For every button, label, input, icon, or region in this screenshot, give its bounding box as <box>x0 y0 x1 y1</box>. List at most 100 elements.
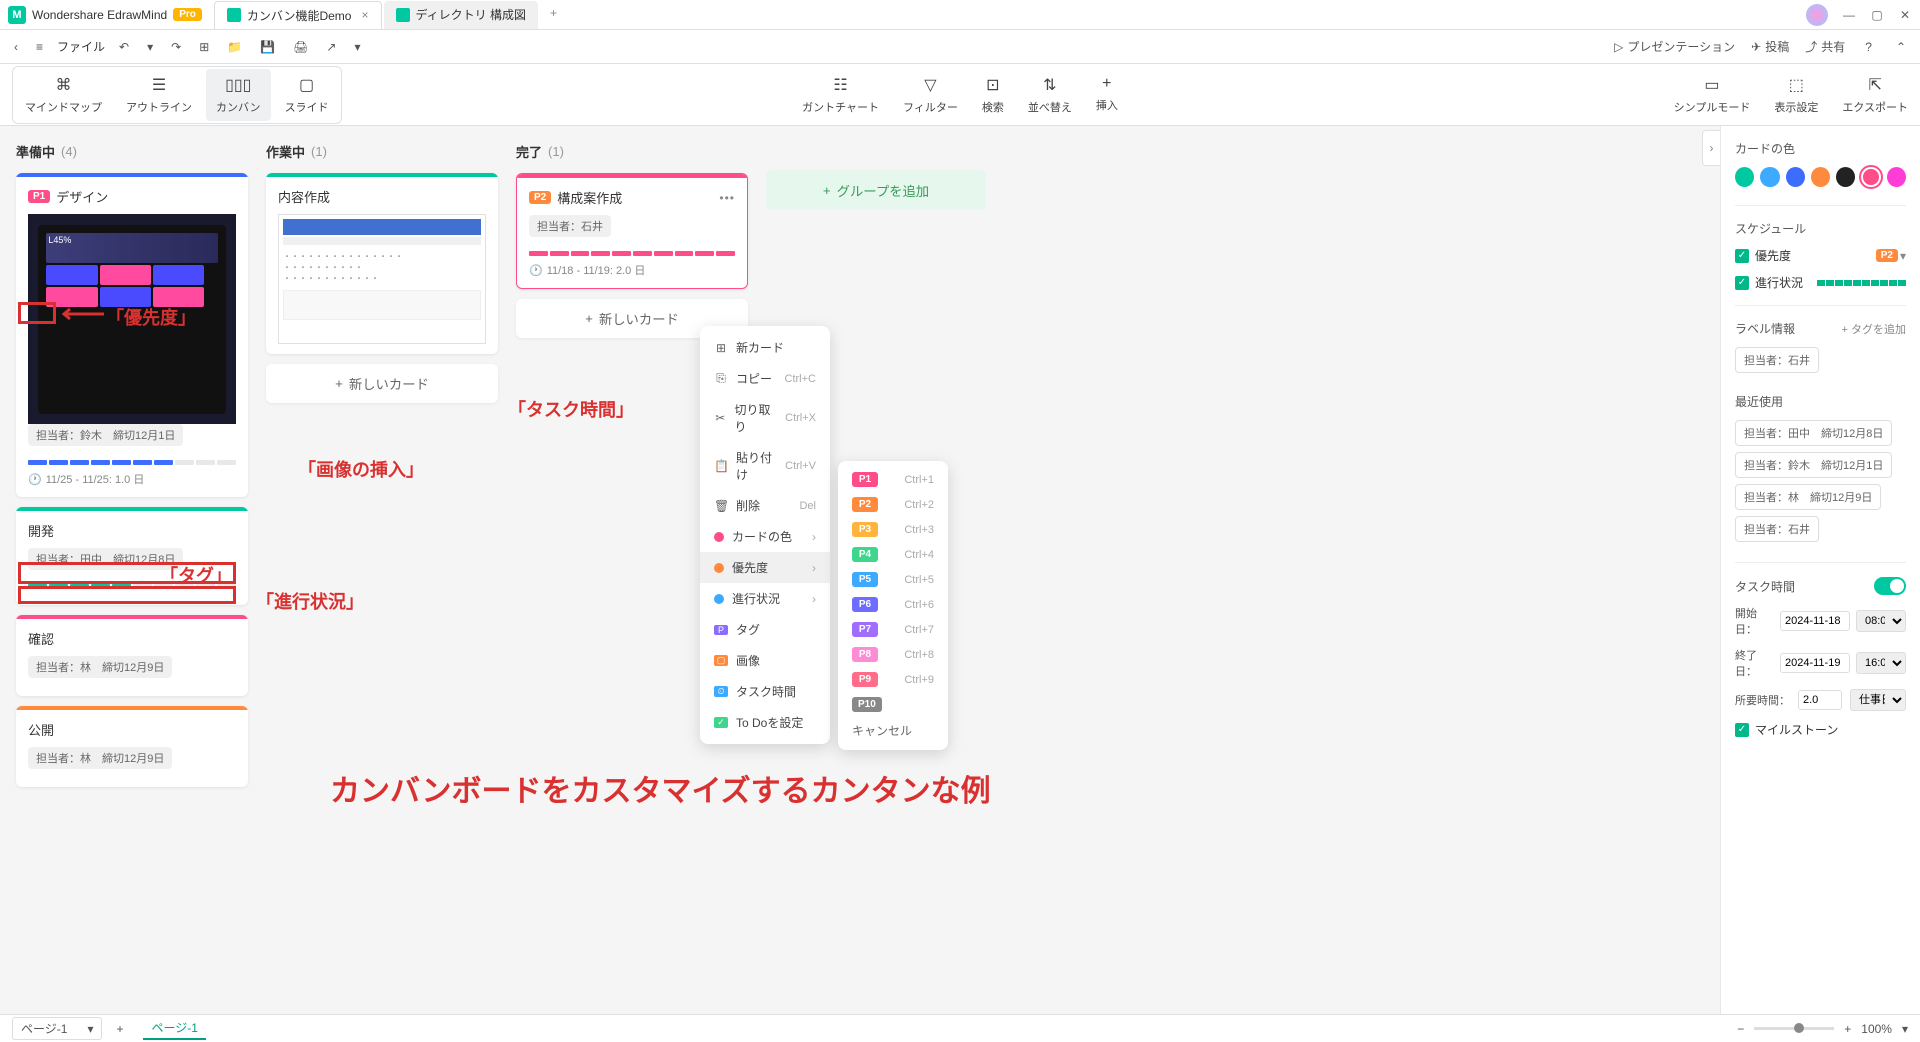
checkbox-icon[interactable]: ✓ <box>1735 249 1749 263</box>
milestone-row[interactable]: ✓ マイルストーン <box>1735 721 1906 738</box>
schedule-priority-row[interactable]: ✓ 優先度 P2▾ <box>1735 247 1906 264</box>
column-header[interactable]: 準備中 (4) <box>16 142 248 161</box>
new-card-button[interactable]: + 新しいカード <box>266 364 498 403</box>
priority-cancel[interactable]: キャンセル <box>838 717 948 744</box>
card-design[interactable]: P1 デザイン L45% 担当 <box>16 173 248 497</box>
back-icon[interactable]: ‹ <box>10 36 22 58</box>
chevron-down-icon[interactable]: ▾ <box>1900 249 1906 263</box>
simple-mode-button[interactable]: ▭シンプルモード <box>1674 75 1751 115</box>
file-menu[interactable]: ファイル <box>57 38 105 55</box>
close-icon[interactable]: ✕ <box>1898 8 1912 22</box>
add-group-button[interactable]: + グループを追加 <box>766 170 986 210</box>
color-swatch[interactable] <box>1760 167 1779 187</box>
tab-directory[interactable]: ディレクトリ 構成図 <box>384 1 539 29</box>
menu-card-color[interactable]: カードの色› <box>700 521 830 552</box>
menu-paste[interactable]: 📋貼り付けCtrl+V <box>700 442 830 490</box>
undo-dropdown-icon[interactable]: ▾ <box>143 36 157 58</box>
recent-tag-chip[interactable]: 担当者：石井 <box>1735 516 1819 542</box>
minimize-icon[interactable]: — <box>1842 8 1856 22</box>
zoom-slider[interactable] <box>1754 1027 1834 1030</box>
user-avatar[interactable] <box>1806 4 1828 26</box>
menu-todo[interactable]: ✓To Doを設定 <box>700 707 830 738</box>
color-swatch[interactable] <box>1887 167 1906 187</box>
menu-image[interactable]: ▢画像 <box>700 645 830 676</box>
sort-button[interactable]: ⇅並べ替え <box>1028 75 1072 115</box>
redo-icon[interactable]: ↷ <box>167 36 185 58</box>
color-swatch[interactable] <box>1861 167 1880 187</box>
share-button[interactable]: ⤴ 共有 <box>1805 38 1845 55</box>
export-button[interactable]: ⇱エクスポート <box>1842 75 1908 115</box>
menu-priority[interactable]: 優先度› <box>700 552 830 583</box>
collapse-icon[interactable]: ⌃ <box>1892 36 1910 58</box>
help-icon[interactable]: ? <box>1861 36 1876 58</box>
publish-button[interactable]: ✈ 投稿 <box>1751 38 1789 55</box>
priority-option-p6[interactable]: P6Ctrl+6 <box>838 592 948 617</box>
export-dropdown-icon[interactable]: ▾ <box>350 36 364 58</box>
gantt-button[interactable]: ☷ガントチャート <box>802 75 879 115</box>
color-swatch[interactable] <box>1735 167 1754 187</box>
priority-option-p7[interactable]: P7Ctrl+7 <box>838 617 948 642</box>
chevron-down-icon[interactable]: ▾ <box>1902 1022 1908 1036</box>
maximize-icon[interactable]: ▢ <box>1870 8 1884 22</box>
card-dev[interactable]: 開発 担当者：田中 締切12月8日 <box>16 507 248 605</box>
card-structure[interactable]: P2 構成案作成 ••• 担当者：石井 🕐11/18 - 11/19: 2.0 … <box>516 173 748 289</box>
add-tag-button[interactable]: + タグを追加 <box>1842 321 1906 337</box>
card-review[interactable]: 確認 担当者：林 締切12月9日 <box>16 615 248 696</box>
close-icon[interactable]: × <box>361 8 368 22</box>
color-swatch[interactable] <box>1836 167 1855 187</box>
priority-option-p2[interactable]: P2Ctrl+2 <box>838 492 948 517</box>
page-tab[interactable]: ページ-1 <box>143 1017 205 1040</box>
end-time-select[interactable]: 16:00 <box>1856 652 1906 674</box>
menu-cut[interactable]: ✂切り取りCtrl+X <box>700 394 830 442</box>
priority-option-p4[interactable]: P4Ctrl+4 <box>838 542 948 567</box>
end-date-input[interactable] <box>1780 653 1850 673</box>
new-tab-button[interactable]: + <box>540 1 567 29</box>
duration-input[interactable] <box>1798 690 1842 710</box>
view-outline[interactable]: ☰アウトライン <box>116 69 202 121</box>
export-icon[interactable]: ↗ <box>322 36 340 58</box>
checkbox-icon[interactable]: ✓ <box>1735 276 1749 290</box>
priority-option-p9[interactable]: P9Ctrl+9 <box>838 667 948 692</box>
tab-kanban-demo[interactable]: カンバン機能Demo × <box>214 1 382 29</box>
presentation-button[interactable]: ▷ プレゼンテーション <box>1614 38 1735 55</box>
recent-tag-chip[interactable]: 担当者：鈴木 締切12月1日 <box>1735 452 1892 478</box>
color-swatch[interactable] <box>1786 167 1805 187</box>
priority-badge[interactable]: P2 <box>1876 249 1898 262</box>
color-swatch[interactable] <box>1811 167 1830 187</box>
display-settings-button[interactable]: ⬚表示設定 <box>1774 75 1818 115</box>
duration-unit-select[interactable]: 仕事日 <box>1850 689 1906 711</box>
menu-delete[interactable]: 🗑削除Del <box>700 490 830 521</box>
new-icon[interactable]: ⊞ <box>195 36 213 58</box>
priority-option-p5[interactable]: P5Ctrl+5 <box>838 567 948 592</box>
start-time-select[interactable]: 08:00 <box>1856 610 1906 632</box>
priority-option-p10[interactable]: P10 <box>838 692 948 717</box>
view-kanban[interactable]: ▯▯▯カンバン <box>206 69 271 121</box>
undo-icon[interactable]: ↶ <box>115 36 133 58</box>
menu-new-card[interactable]: ⊞新カード <box>700 332 830 363</box>
insert-button[interactable]: +挿入 <box>1096 75 1118 115</box>
priority-option-p8[interactable]: P8Ctrl+8 <box>838 642 948 667</box>
menu-copy[interactable]: ⎘コピーCtrl+C <box>700 363 830 394</box>
panel-collapse-handle[interactable]: › <box>1702 130 1720 166</box>
menu-icon[interactable]: ≡ <box>32 36 47 58</box>
kanban-board[interactable]: 準備中 (4) P1 デザイン L45% <box>0 126 1720 1014</box>
print-icon[interactable]: 🖨 <box>289 36 312 58</box>
task-time-toggle[interactable] <box>1874 577 1906 595</box>
priority-option-p1[interactable]: P1Ctrl+1 <box>838 467 948 492</box>
recent-tag-chip[interactable]: 担当者：田中 締切12月8日 <box>1735 420 1892 446</box>
column-header[interactable]: 完了 (1) <box>516 142 748 161</box>
menu-progress[interactable]: 進行状況› <box>700 583 830 614</box>
view-slide[interactable]: ▢スライド <box>275 69 339 121</box>
schedule-progress-row[interactable]: ✓ 進行状況 <box>1735 274 1906 291</box>
column-header[interactable]: 作業中 (1) <box>266 142 498 161</box>
add-page-button[interactable]: + <box>116 1022 123 1036</box>
zoom-out-button[interactable]: − <box>1737 1022 1744 1036</box>
tag-chip[interactable]: 担当者：石井 <box>1735 347 1819 373</box>
menu-task-time[interactable]: ⏲タスク時間 <box>700 676 830 707</box>
card-content[interactable]: 内容作成 ・・・・・・・・・・・・・・・・・・・・・・・・・・・・・・・・・・・… <box>266 173 498 354</box>
save-icon[interactable]: 💾 <box>256 36 279 58</box>
page-selector[interactable]: ページ-1▾ <box>12 1017 102 1040</box>
view-mindmap[interactable]: ⌘マインドマップ <box>15 69 112 121</box>
menu-tag[interactable]: Pタグ <box>700 614 830 645</box>
card-more-icon[interactable]: ••• <box>719 191 735 205</box>
